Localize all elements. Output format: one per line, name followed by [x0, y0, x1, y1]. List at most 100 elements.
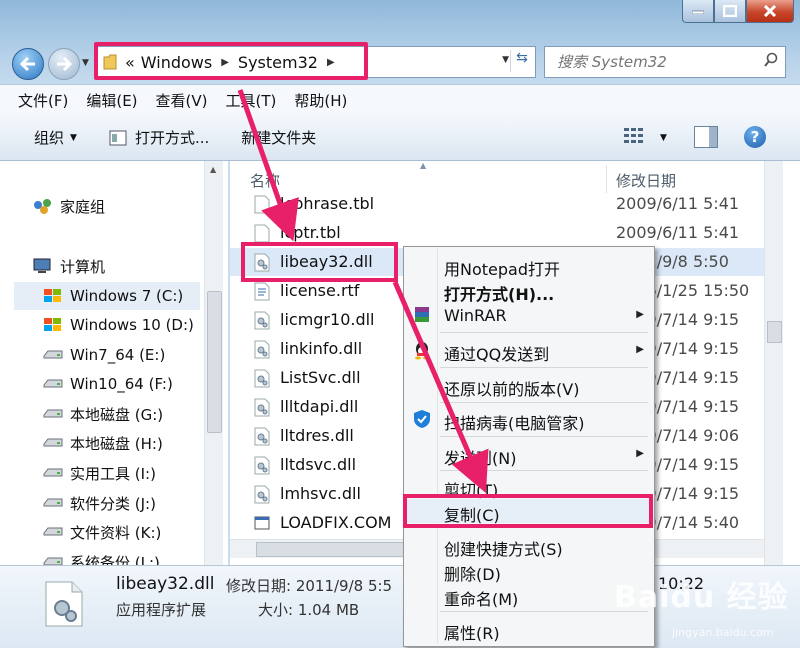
- menu-item-label: 创建快捷方式(S): [444, 540, 563, 559]
- arrow-left-icon: [20, 57, 35, 71]
- scroll-up-icon[interactable]: ▲: [210, 165, 216, 174]
- preview-pane-icon[interactable]: [694, 126, 718, 148]
- back-button[interactable]: [12, 48, 44, 80]
- menu-file[interactable]: 文件(F): [0, 90, 78, 111]
- nav-item-drive-d[interactable]: Windows 10 (D:): [42, 311, 228, 339]
- nav-label: 家庭组: [60, 197, 106, 216]
- search-input[interactable]: [555, 52, 759, 72]
- file-name: licmgr10.dll: [280, 310, 375, 329]
- details-file-name: libeay32.dll: [116, 574, 215, 594]
- menu-item-send-to[interactable]: 发送到(N) ▶: [404, 442, 654, 468]
- view-dropdown-icon[interactable]: ▼: [660, 133, 667, 143]
- search-icon[interactable]: [763, 52, 779, 68]
- menu-item-label: 重命名(M): [444, 590, 519, 609]
- nav-item-drive-h[interactable]: 本地磁盘 (H:): [42, 429, 228, 457]
- nav-scrollbar[interactable]: ▲: [204, 161, 223, 565]
- column-name-label: 名称: [250, 171, 281, 190]
- details-size: 大小: 1.04 MB: [258, 601, 360, 619]
- vertical-scrollbar[interactable]: [764, 161, 783, 565]
- dll-file-icon: [254, 340, 270, 359]
- file-name: ListSvc.dll: [280, 368, 361, 387]
- file-date: 2009/6/11 5:41: [616, 194, 740, 213]
- nav-item-computer[interactable]: 计算机: [32, 252, 228, 280]
- menu-bar: 文件(F) 编辑(E) 查看(V) 工具(T) 帮助(H): [0, 84, 800, 115]
- new-folder-button[interactable]: 新建文件夹: [241, 127, 316, 148]
- history-dropdown-icon[interactable]: ▼: [82, 58, 89, 68]
- nav-item-drive-j[interactable]: 软件分类 (J:): [42, 489, 228, 517]
- address-dropdown-icon[interactable]: ▼: [502, 55, 509, 65]
- nav-item-drive-i[interactable]: 实用工具 (I:): [42, 459, 228, 487]
- nav-label: Windows 10 (D:): [70, 316, 194, 334]
- watermark-brand: Baidu 经验: [614, 580, 789, 615]
- file-icon: [254, 224, 270, 243]
- windows-drive-icon: [42, 316, 64, 334]
- nav-label: Windows 7 (C:): [70, 287, 184, 305]
- menu-item-create-shortcut[interactable]: 创建快捷方式(S): [404, 533, 654, 559]
- refresh-button[interactable]: ⇆: [510, 50, 533, 72]
- nav-item-drive-e[interactable]: Win7_64 (E:): [42, 341, 228, 369]
- menu-item-label: 删除(D): [444, 565, 501, 584]
- file-name: lcphrase.tbl: [280, 194, 375, 213]
- minimize-button[interactable]: [682, 0, 714, 23]
- nav-item-drive-c[interactable]: Windows 7 (C:): [14, 282, 200, 310]
- help-icon[interactable]: ?: [744, 126, 766, 148]
- nav-label: 实用工具 (I:): [70, 464, 156, 483]
- open-with-button[interactable]: 打开方式...: [109, 127, 209, 148]
- chevron-down-icon: ▼: [70, 132, 77, 143]
- menu-item-restore-versions[interactable]: 还原以前的版本(V): [404, 373, 654, 399]
- open-with-icon: [109, 130, 127, 145]
- nav-item-drive-l[interactable]: 系统备份 (L:): [42, 548, 228, 565]
- file-name: lcptr.tbl: [280, 223, 341, 242]
- menu-item-virus-scan[interactable]: 扫描病毒(电脑管家): [404, 407, 654, 433]
- nav-scroll-thumb[interactable]: [207, 291, 222, 433]
- menu-item-label: WinRAR: [444, 306, 507, 325]
- file-highlight-box: [241, 242, 398, 282]
- forward-button[interactable]: [48, 48, 80, 80]
- menu-item-send-qq[interactable]: 通过QQ发送到 ▶: [404, 338, 654, 364]
- menu-edit[interactable]: 编辑(E): [78, 90, 147, 111]
- organize-button[interactable]: 组织 ▼: [34, 127, 77, 148]
- maximize-button[interactable]: [714, 0, 746, 23]
- submenu-arrow-icon: ▶: [636, 344, 644, 355]
- file-row[interactable]: lcphrase.tbl 2009/6/11 5:41: [230, 190, 764, 218]
- winrar-icon: [415, 307, 429, 322]
- drive-icon: [42, 346, 64, 364]
- dll-file-icon: [254, 398, 270, 417]
- menu-item-label: 通过QQ发送到: [444, 345, 550, 364]
- menu-separator: [440, 436, 648, 437]
- details-modified: 修改日期: 2011/9/8 5:5: [226, 577, 393, 595]
- sort-arrow-icon: ▲: [420, 161, 427, 170]
- nav-item-drive-k[interactable]: 文件资料 (K:): [42, 518, 228, 546]
- menu-view[interactable]: 查看(V): [148, 90, 218, 111]
- menu-tools[interactable]: 工具(T): [218, 90, 287, 111]
- menu-item-open-with[interactable]: 打开方式(H)...: [404, 278, 654, 304]
- menu-item-label: 属性(R): [444, 624, 500, 643]
- nav-label: 本地磁盘 (H:): [70, 434, 163, 453]
- menu-separator: [440, 402, 648, 403]
- explorer-window: ▼ « Windows ▶ System32 ▶ ▼ ⇆ 文件(F) 编辑(E)…: [0, 0, 800, 648]
- submenu-arrow-icon: ▶: [636, 309, 644, 320]
- nav-label: 系统备份 (L:): [70, 553, 160, 566]
- minimize-icon: [692, 10, 704, 14]
- view-options-icon[interactable]: [622, 126, 648, 146]
- file-name: license.rtf: [280, 281, 360, 300]
- dll-file-icon: [254, 485, 270, 504]
- computer-icon: [32, 257, 54, 275]
- menu-item-winrar[interactable]: WinRAR ▶: [404, 303, 654, 327]
- column-separator[interactable]: [606, 165, 607, 193]
- search-box[interactable]: [544, 46, 786, 78]
- nav-item-homegroup[interactable]: 家庭组: [32, 192, 228, 220]
- menu-item-open-notepad[interactable]: 用Notepad打开: [404, 253, 654, 279]
- homegroup-icon: [32, 197, 54, 215]
- nav-item-drive-f[interactable]: Win10_64 (F:): [42, 370, 228, 398]
- nav-label: 本地磁盘 (G:): [70, 405, 164, 424]
- nav-item-drive-g[interactable]: 本地磁盘 (G:): [42, 400, 228, 428]
- menu-help[interactable]: 帮助(H): [286, 90, 357, 111]
- close-button[interactable]: [746, 0, 794, 23]
- menu-separator: [440, 332, 648, 333]
- com-file-icon: [254, 516, 270, 530]
- vertical-scroll-thumb[interactable]: [767, 321, 782, 343]
- address-highlight-box: [94, 42, 368, 80]
- file-name: lltdsvc.dll: [280, 455, 357, 474]
- rtf-file-icon: [254, 282, 270, 301]
